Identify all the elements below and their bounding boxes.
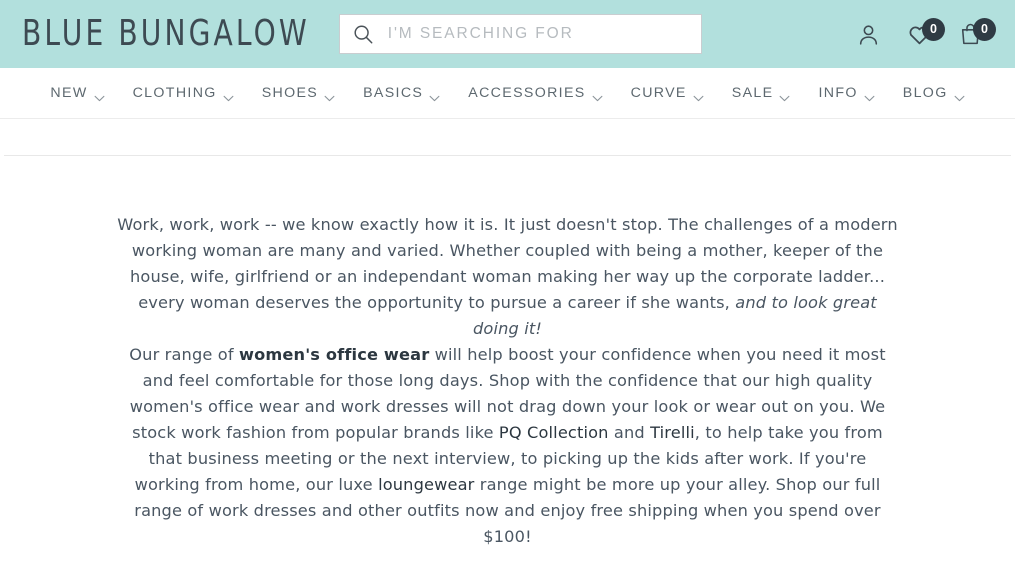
- nav-item-sale[interactable]: SALE: [718, 85, 805, 101]
- wishlist-count-badge: 0: [922, 17, 945, 41]
- nav-label: ACCESSORIES: [468, 85, 586, 101]
- horizontal-rule: [4, 155, 1011, 156]
- chevron-down-icon: [592, 90, 603, 101]
- nav-label: BLOG: [902, 85, 948, 101]
- nav-item-accessories[interactable]: ACCESSORIES: [454, 85, 616, 101]
- search-input[interactable]: [387, 25, 689, 43]
- shopping-bag-icon[interactable]: 0: [958, 17, 996, 47]
- nav-label: BASICS: [363, 85, 424, 101]
- nav-item-clothing[interactable]: CLOTHING: [119, 85, 248, 101]
- search-icon: [352, 23, 374, 45]
- nav-item-blog[interactable]: BLOG: [889, 85, 979, 101]
- chevron-down-icon: [864, 90, 875, 101]
- chevron-down-icon: [954, 90, 965, 101]
- nav-label: CLOTHING: [132, 85, 217, 101]
- chevron-down-icon: [324, 90, 335, 101]
- nav-item-curve[interactable]: CURVE: [617, 85, 718, 101]
- category-description: Work, work, work -- we know exactly how …: [115, 212, 900, 550]
- nav-label: NEW: [50, 85, 88, 101]
- link-womens-office-wear[interactable]: women's office wear: [239, 345, 429, 364]
- divider-region: [0, 119, 1015, 156]
- description-paragraph-2: Our range of women's office wear will he…: [115, 342, 900, 550]
- main-content: Work, work, work -- we know exactly how …: [0, 156, 1015, 550]
- link-tirelli[interactable]: Tirelli: [650, 423, 695, 442]
- paragraph2-text-1: Our range of: [129, 345, 239, 364]
- main-navigation: NEW CLOTHING SHOES BASICS ACCESSORIES CU…: [0, 68, 1015, 119]
- search-box[interactable]: [338, 14, 702, 54]
- chevron-down-icon: [429, 90, 440, 101]
- bag-count-badge: 0: [973, 17, 996, 41]
- chevron-down-icon: [94, 90, 105, 101]
- chevron-down-icon: [223, 90, 234, 101]
- link-loungewear[interactable]: loungewear: [378, 475, 474, 494]
- nav-item-shoes[interactable]: SHOES: [248, 85, 349, 101]
- chevron-down-icon: [693, 90, 704, 101]
- nav-label: INFO: [818, 85, 858, 101]
- nav-label: CURVE: [630, 85, 687, 101]
- chevron-down-icon: [779, 90, 790, 101]
- wishlist-heart-icon[interactable]: 0: [907, 17, 945, 47]
- nav-label: SALE: [731, 85, 774, 101]
- nav-label: SHOES: [261, 85, 319, 101]
- header-icon-group: 0 0: [856, 17, 997, 47]
- nav-item-info[interactable]: INFO: [804, 85, 888, 101]
- paragraph2-text-3: and: [608, 423, 651, 442]
- nav-item-new[interactable]: NEW: [36, 85, 118, 101]
- site-header: BLUE BUNGALOW 0: [0, 0, 1015, 68]
- account-icon[interactable]: [856, 22, 881, 47]
- link-pq-collection[interactable]: PQ Collection: [499, 423, 609, 442]
- description-paragraph-1: Work, work, work -- we know exactly how …: [115, 212, 900, 342]
- nav-item-basics[interactable]: BASICS: [349, 85, 454, 101]
- site-logo[interactable]: BLUE BUNGALOW: [22, 15, 310, 50]
